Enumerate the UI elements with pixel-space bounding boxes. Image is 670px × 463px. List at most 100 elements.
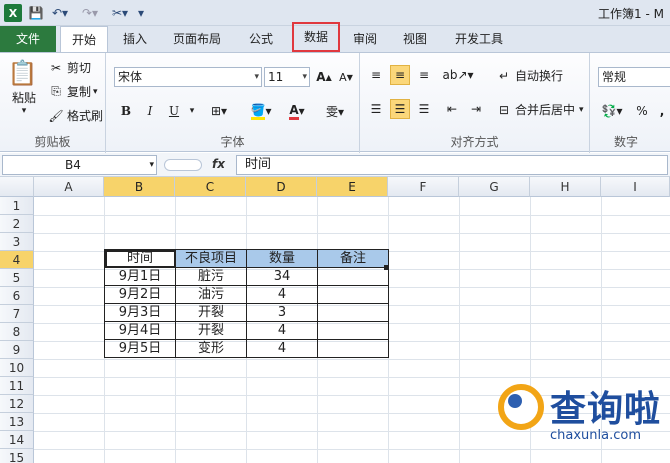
column-header-b[interactable]: B: [104, 177, 175, 197]
table-cell[interactable]: 油污: [175, 285, 247, 304]
tab-view[interactable]: 视图: [394, 26, 436, 52]
decrease-indent-icon[interactable]: ⇤: [442, 99, 462, 119]
insert-function-icon[interactable]: fx: [212, 157, 225, 171]
row-header-10[interactable]: 10: [0, 359, 34, 377]
cell-e4[interactable]: 备注: [317, 249, 389, 268]
table-cell[interactable]: 4: [246, 321, 318, 340]
currency-icon[interactable]: 💱▾: [598, 101, 626, 121]
tab-review[interactable]: 审阅: [344, 26, 386, 52]
column-header-h[interactable]: H: [530, 177, 601, 197]
undo-icon[interactable]: ↶▾: [48, 4, 72, 22]
tab-insert[interactable]: 插入: [114, 26, 156, 52]
borders-icon[interactable]: ⊞▾: [204, 101, 234, 121]
shrink-font-icon[interactable]: A ▼: [336, 67, 356, 87]
column-header-g[interactable]: G: [459, 177, 530, 197]
bold-button[interactable]: B: [116, 101, 136, 121]
table-cell[interactable]: [317, 321, 389, 340]
fill-color-icon[interactable]: 🪣 ▾: [246, 101, 276, 121]
font-color-icon[interactable]: A ▾: [282, 101, 312, 121]
align-center-icon[interactable]: ☰: [390, 99, 410, 119]
table-cell[interactable]: 9月3日: [104, 303, 176, 322]
align-right-icon[interactable]: ☰: [414, 99, 434, 119]
tab-formulas[interactable]: 公式: [240, 26, 282, 52]
table-cell[interactable]: 9月4日: [104, 321, 176, 340]
align-top-icon[interactable]: ≡: [366, 65, 386, 85]
row-header-11[interactable]: 11: [0, 377, 34, 395]
tab-file[interactable]: 文件: [0, 26, 56, 52]
column-header-f[interactable]: F: [388, 177, 459, 197]
font-size-combo[interactable]: 11 ▾: [264, 67, 310, 87]
comma-style-button[interactable]: ,: [652, 101, 670, 121]
cell-d4[interactable]: 数量: [246, 249, 318, 268]
redo-icon[interactable]: ↷▾: [78, 4, 102, 22]
tab-data[interactable]: 数据: [292, 22, 340, 52]
cell-c4[interactable]: 不良项目: [175, 249, 247, 268]
format-painter-button[interactable]: 🖌 格式刷: [48, 107, 103, 124]
increase-indent-icon[interactable]: ⇥: [466, 99, 486, 119]
column-header-d[interactable]: D: [246, 177, 317, 197]
align-bottom-icon[interactable]: ≡: [414, 65, 434, 85]
name-box[interactable]: B4 ▾: [2, 155, 157, 175]
table-cell[interactable]: [317, 303, 389, 322]
tab-developer[interactable]: 开发工具: [446, 26, 512, 52]
row-header-8[interactable]: 8: [0, 323, 34, 341]
wrap-text-button[interactable]: ↵ 自动换行: [496, 67, 563, 84]
select-all-corner[interactable]: [0, 177, 34, 197]
underline-dropdown-icon[interactable]: ▾: [182, 101, 202, 121]
table-cell[interactable]: 9月1日: [104, 267, 176, 286]
row-header-9[interactable]: 9: [0, 341, 34, 359]
cut-button[interactable]: ✂ 剪切: [48, 59, 91, 76]
table-cell[interactable]: 34: [246, 267, 318, 286]
row-header-2[interactable]: 2: [0, 215, 34, 233]
underline-button[interactable]: U: [164, 101, 184, 121]
column-header-a[interactable]: A: [34, 177, 104, 197]
table-cell[interactable]: 9月5日: [104, 339, 176, 358]
column-header-c[interactable]: C: [175, 177, 246, 197]
table-cell[interactable]: 开裂: [175, 321, 247, 340]
tab-page-layout[interactable]: 页面布局: [164, 26, 230, 52]
quick-access-menu-icon[interactable]: ▾: [136, 4, 146, 22]
row-header-14[interactable]: 14: [0, 431, 34, 449]
table-cell[interactable]: 9月2日: [104, 285, 176, 304]
align-middle-icon[interactable]: ≡: [390, 65, 410, 85]
fill-handle[interactable]: [384, 265, 389, 270]
font-name-combo[interactable]: 宋体 ▾: [114, 67, 262, 87]
customize-quick-access-icon[interactable]: ✂▾: [108, 4, 132, 22]
table-cell[interactable]: [317, 267, 389, 286]
table-cell[interactable]: 4: [246, 285, 318, 304]
save-icon[interactable]: 💾: [28, 4, 44, 22]
tab-home[interactable]: 开始: [60, 26, 108, 53]
table-cell[interactable]: 脏污: [175, 267, 247, 286]
align-left-icon[interactable]: ☰: [366, 99, 386, 119]
row-header-4[interactable]: 4: [0, 251, 34, 269]
cell-b4[interactable]: 时间: [104, 249, 176, 268]
merge-center-button[interactable]: ⊟ 合并后居中 ▾: [496, 101, 584, 118]
row-header-12[interactable]: 12: [0, 395, 34, 413]
column-header-i[interactable]: I: [601, 177, 670, 197]
table-cell[interactable]: 变形: [175, 339, 247, 358]
percent-button[interactable]: %: [632, 101, 652, 121]
table-cell[interactable]: 4: [246, 339, 318, 358]
table-cell[interactable]: 3: [246, 303, 318, 322]
row-header-1[interactable]: 1: [0, 197, 34, 215]
table-cell[interactable]: [317, 339, 389, 358]
table-cell[interactable]: [317, 285, 389, 304]
italic-button[interactable]: I: [140, 101, 160, 121]
grow-font-icon[interactable]: A ▲: [314, 67, 334, 87]
row-header-13[interactable]: 13: [0, 413, 34, 431]
excel-app-icon[interactable]: X: [4, 4, 22, 22]
row-header-3[interactable]: 3: [0, 233, 34, 251]
row-header-6[interactable]: 6: [0, 287, 34, 305]
table-cell[interactable]: 开裂: [175, 303, 247, 322]
number-format-combo[interactable]: 常规: [598, 67, 670, 87]
formula-input[interactable]: 时间: [236, 155, 668, 175]
orientation-icon[interactable]: ab↗▾: [442, 65, 473, 85]
copy-button[interactable]: ⎘ 复制 ▾: [48, 83, 97, 100]
row-header-7[interactable]: 7: [0, 305, 34, 323]
phonetic-guide-icon[interactable]: 雯▾: [320, 101, 350, 121]
row-header-5[interactable]: 5: [0, 269, 34, 287]
row-header-15[interactable]: 15: [0, 449, 34, 463]
column-header-e[interactable]: E: [317, 177, 388, 197]
paste-button[interactable]: 📋 粘贴 ▾: [6, 57, 42, 116]
formula-bar-resize-handle[interactable]: [164, 159, 202, 171]
